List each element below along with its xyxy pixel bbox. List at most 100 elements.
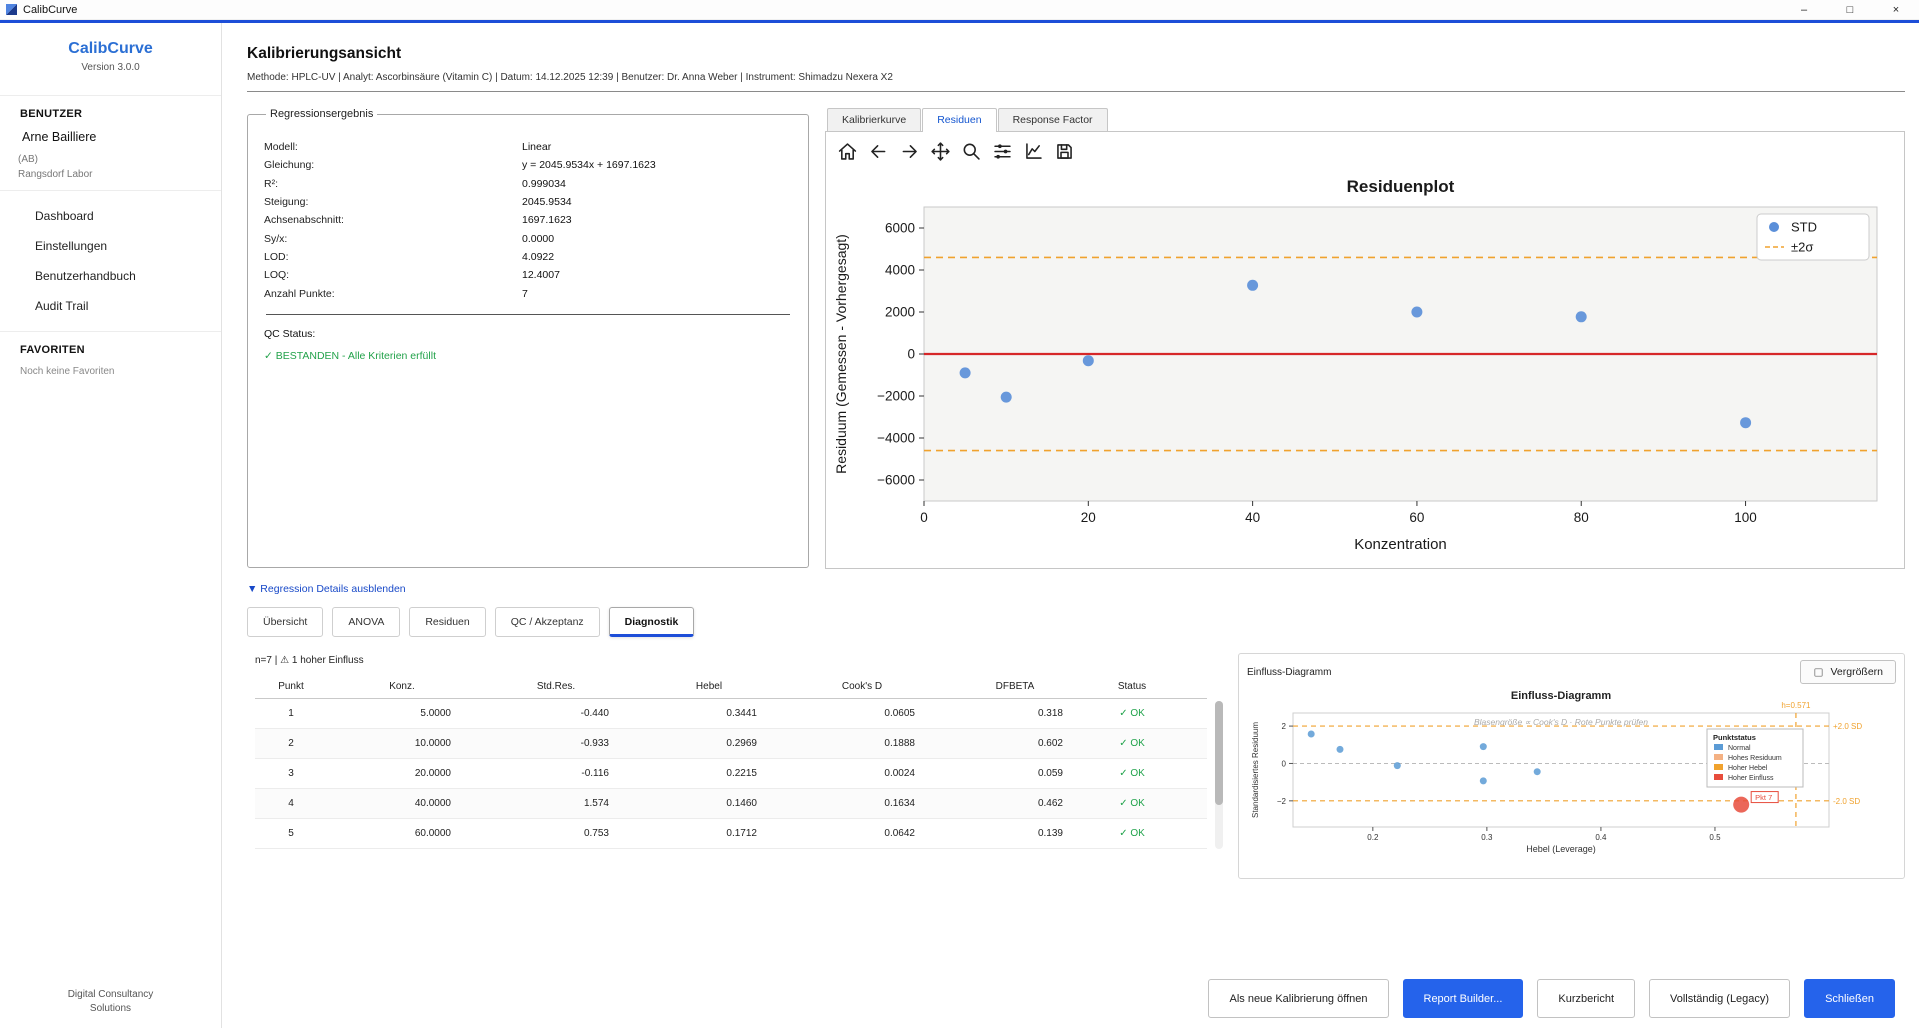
table-cell: ✓ OK — [1089, 768, 1175, 779]
forward-button[interactable] — [896, 139, 923, 166]
table-cell: 0.753 — [477, 828, 635, 839]
diag-col-cook-s-d: Cook's D — [783, 681, 941, 692]
footer-button-schließen[interactable]: Schließen — [1804, 979, 1895, 1018]
influence-plot: Einfluss-DiagrammBlasengröße ∝ Cook's D … — [1247, 687, 1895, 857]
regression-row: LOQ:12.4007 — [264, 266, 792, 284]
table-cell: 40.0000 — [327, 798, 477, 809]
tab-übersicht[interactable]: Übersicht — [247, 607, 323, 637]
subplots-button[interactable] — [989, 139, 1016, 166]
sidebar-item-dashboard[interactable]: Dashboard — [0, 201, 221, 231]
favoriten-empty-text: Noch keine Favoriten — [20, 366, 221, 377]
svg-text:Punktstatus: Punktstatus — [1713, 733, 1756, 742]
user-initials: (AB) — [18, 154, 221, 165]
titlebar: CalibCurve – □ × — [0, 0, 1919, 20]
details-toggle[interactable]: ▼ Regression Details ausblenden — [247, 583, 1905, 595]
svg-text:2000: 2000 — [885, 305, 915, 320]
svg-text:0: 0 — [920, 510, 928, 525]
svg-text:Hoher Hebel: Hoher Hebel — [1728, 765, 1768, 772]
regression-label: Sy/x: — [264, 233, 522, 245]
tab-diagnostik[interactable]: Diagnostik — [609, 607, 695, 637]
regression-value: 7 — [522, 288, 528, 300]
svg-text:Hoher Einfluss: Hoher Einfluss — [1728, 775, 1774, 782]
svg-text:20: 20 — [1081, 510, 1096, 525]
divider — [0, 95, 221, 96]
svg-text:0.3: 0.3 — [1481, 833, 1493, 842]
table-cell: -0.933 — [477, 738, 635, 749]
table-cell: 0.462 — [941, 798, 1089, 809]
footer-button-vollständig-legacy[interactable]: Vollständig (Legacy) — [1649, 979, 1790, 1018]
table-row[interactable]: 560.00000.7530.17120.06420.139✓ OK — [255, 819, 1207, 849]
chart-tab-response-factor[interactable]: Response Factor — [998, 108, 1108, 131]
save-icon — [1054, 141, 1075, 162]
window-title: CalibCurve — [23, 4, 77, 16]
minimize-button[interactable]: – — [1781, 0, 1827, 19]
table-row[interactable]: 440.00001.5740.14600.16340.462✓ OK — [255, 789, 1207, 819]
y-axis-label: Residuum (Gemessen - Vorhergesagt) — [833, 234, 849, 474]
back-button[interactable] — [865, 139, 892, 166]
save-button[interactable] — [1051, 139, 1078, 166]
sidebar-item-audit-trail[interactable]: Audit Trail — [0, 291, 221, 321]
sidebar-item-einstellungen[interactable]: Einstellungen — [0, 231, 221, 261]
x-axis-label: Konzentration — [1354, 536, 1447, 553]
svg-text:0: 0 — [907, 347, 915, 362]
table-row[interactable]: 15.0000-0.4400.34410.06050.318✓ OK — [255, 699, 1207, 729]
home-button[interactable] — [834, 139, 861, 166]
table-cell: 0.602 — [941, 738, 1089, 749]
chart-tab-kalibrierkurve[interactable]: Kalibrierkurve — [827, 108, 921, 131]
svg-text:6000: 6000 — [885, 221, 915, 236]
pan-icon — [930, 141, 951, 162]
regression-label: LOQ: — [264, 269, 522, 281]
influence-panel: Einfluss-Diagramm Vergrößern Einfluss-Di… — [1238, 653, 1905, 879]
chart-tab-residuen[interactable]: Residuen — [922, 108, 996, 132]
regression-row: LOD:4.0922 — [264, 248, 792, 266]
regression-label: Anzahl Punkte: — [264, 288, 522, 300]
main-content: Kalibrierungsansicht Methode: HPLC-UV | … — [223, 23, 1919, 1028]
diag-col-status: Status — [1089, 681, 1175, 692]
footer-button-kurzbericht[interactable]: Kurzbericht — [1537, 979, 1635, 1018]
chart-title: Residuenplot — [1347, 177, 1455, 196]
regression-panel-legend: Regressionsergebnis — [266, 108, 377, 120]
table-row[interactable]: 210.0000-0.9330.29690.18880.602✓ OK — [255, 729, 1207, 759]
regression-value: 1697.1623 — [522, 214, 572, 226]
regression-row: Steigung:2045.9534 — [264, 193, 792, 211]
svg-text:80: 80 — [1574, 510, 1589, 525]
diag-col-konz: Konz. — [327, 681, 477, 692]
enlarge-button[interactable]: Vergrößern — [1800, 660, 1896, 684]
regression-label: Gleichung: — [264, 159, 522, 171]
customize-button[interactable] — [1020, 139, 1047, 166]
table-row[interactable]: 320.0000-0.1160.22150.00240.059✓ OK — [255, 759, 1207, 789]
table-cell: 0.1634 — [783, 798, 941, 809]
footer-button-als-neue-kalibrierung-öffnen[interactable]: Als neue Kalibrierung öffnen — [1208, 979, 1388, 1018]
divider — [266, 314, 790, 315]
table-cell: 10.0000 — [327, 738, 477, 749]
regression-row: Modell:Linear — [264, 138, 792, 156]
sidebar-item-benutzerhandbuch[interactable]: Benutzerhandbuch — [0, 261, 221, 291]
pan-button[interactable] — [927, 139, 954, 166]
svg-text:0: 0 — [1282, 759, 1287, 768]
footer-button-report-builder[interactable]: Report Builder... — [1403, 979, 1524, 1018]
close-button[interactable]: × — [1873, 0, 1919, 19]
page-title: Kalibrierungsansicht — [247, 45, 1905, 63]
zoom-button[interactable] — [958, 139, 985, 166]
table-header-row: PunktKonz.Std.Res.HebelCook's DDFBETASta… — [255, 675, 1207, 699]
table-cell: 0.318 — [941, 708, 1089, 719]
table-cell: 3 — [255, 768, 327, 779]
regression-value: y = 2045.9534x + 1697.1623 — [522, 159, 656, 171]
diag-col-punkt: Punkt — [255, 681, 327, 692]
table-scrollbar[interactable] — [1215, 701, 1223, 849]
tab-qc-akzeptanz[interactable]: QC / Akzeptanz — [495, 607, 600, 637]
regression-value: Linear — [522, 141, 551, 153]
maximize-button[interactable]: □ — [1827, 0, 1873, 19]
regression-row: Gleichung:y = 2045.9534x + 1697.1623 — [264, 156, 792, 174]
table-cell: 0.2215 — [635, 768, 783, 779]
table-cell: 0.1712 — [635, 828, 783, 839]
tab-anova[interactable]: ANOVA — [332, 607, 400, 637]
qc-status-label: QC Status: — [264, 328, 792, 340]
scrollbar-thumb[interactable] — [1215, 701, 1223, 805]
table-cell: -0.440 — [477, 708, 635, 719]
regression-row: Anzahl Punkte:7 — [264, 284, 792, 302]
divider — [0, 190, 221, 191]
influence-chart-host: Einfluss-DiagrammBlasengröße ∝ Cook's D … — [1247, 687, 1896, 862]
tab-residuen[interactable]: Residuen — [409, 607, 485, 637]
favoriten-section-label: FAVORITEN — [20, 344, 221, 356]
